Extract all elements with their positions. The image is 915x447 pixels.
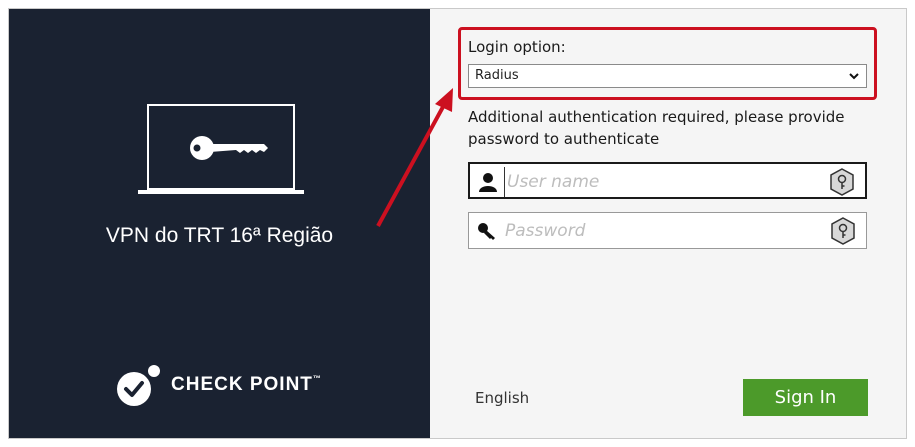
checkpoint-logo-icon bbox=[117, 365, 160, 406]
username-input[interactable] bbox=[504, 167, 819, 197]
username-field bbox=[468, 162, 867, 199]
sign-in-button[interactable]: Sign In bbox=[743, 379, 868, 416]
password-input[interactable] bbox=[503, 216, 817, 246]
branding-panel: VPN do TRT 16ª Região CHECK POINT™ bbox=[9, 9, 430, 438]
password-field bbox=[468, 212, 867, 249]
chevron-down-icon bbox=[849, 73, 859, 80]
login-panel: Login option: Radius Additional authenti… bbox=[430, 9, 906, 438]
vpn-title: VPN do TRT 16ª Região bbox=[105, 224, 334, 247]
login-option-select[interactable]: Radius bbox=[468, 64, 867, 88]
login-option-label: Login option: bbox=[468, 38, 566, 56]
laptop-key-icon bbox=[138, 104, 304, 194]
brand-name: CHECK POINT™ bbox=[171, 374, 322, 395]
keyhole-icon[interactable] bbox=[829, 168, 855, 196]
login-window: VPN do TRT 16ª Região CHECK POINT™ Login… bbox=[8, 8, 907, 439]
checkpoint-brand: CHECK POINT™ bbox=[115, 362, 322, 408]
keyhole-icon[interactable] bbox=[830, 217, 856, 245]
brand-trademark: ™ bbox=[312, 374, 322, 383]
key-icon bbox=[478, 223, 495, 240]
user-icon bbox=[479, 173, 497, 192]
login-option-value: Radius bbox=[475, 68, 519, 83]
language-selector[interactable]: English bbox=[475, 389, 529, 407]
auth-message: Additional authentication required, plea… bbox=[468, 108, 845, 148]
